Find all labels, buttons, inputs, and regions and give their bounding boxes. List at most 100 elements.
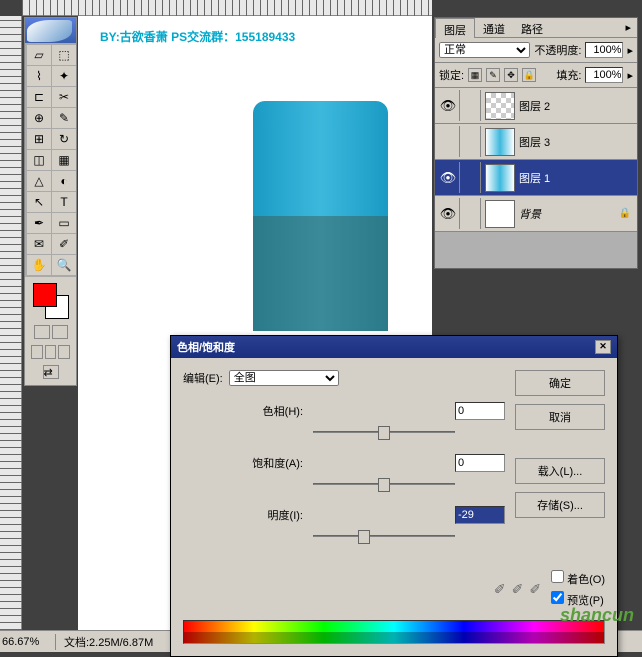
screen-mode2-icon[interactable] (45, 345, 57, 359)
layer-name[interactable]: 图层 3 (519, 134, 635, 150)
edit-label: 编辑(E): (183, 370, 223, 386)
zoom-tool-icon[interactable]: 🔍 (52, 255, 76, 275)
watermark-text: BY:古欲香萧 PS交流群：155189433 (100, 28, 295, 45)
sat-slider[interactable] (313, 476, 455, 492)
screen-mode3-icon[interactable] (58, 345, 70, 359)
fill-field[interactable] (585, 67, 623, 83)
eyedropper-icon[interactable]: ✐ (494, 581, 506, 598)
tab-channels[interactable]: 通道 (475, 18, 513, 37)
doc-info: 文档:2.25M/6.87M (56, 632, 161, 652)
close-icon[interactable]: ✕ (595, 340, 611, 354)
visibility-icon[interactable]: 👁 (437, 98, 459, 114)
light-label: 明度(I): (233, 507, 303, 523)
brush-tool-icon[interactable]: ✎ (52, 108, 76, 128)
foreground-color[interactable] (33, 283, 57, 307)
panel-tabs: 图层 通道 路径 ▸ (435, 18, 637, 38)
layer-thumb[interactable] (485, 92, 515, 120)
gradient-tool-icon[interactable]: ▦ (52, 150, 76, 170)
eyedropper-add-icon[interactable]: ✐ (512, 581, 524, 598)
toolbox-header[interactable] (25, 18, 76, 43)
opacity-flyout-icon[interactable]: ▸ (627, 44, 633, 57)
brand-watermark: shancun (560, 605, 634, 626)
notes-tool-icon[interactable]: ✉ (27, 234, 51, 254)
layer-thumb[interactable] (485, 128, 515, 156)
hue-input[interactable] (455, 402, 505, 420)
tool-grid: ▱⬚ ⌇✦ ⊏✂ ⊕✎ ⊞↻ ◫▦ △◐ ↖T ✒▭ ✉✐ ✋🔍 (25, 43, 76, 277)
visibility-icon[interactable]: 👁 (437, 170, 459, 186)
layer-name[interactable]: 图层 1 (519, 170, 635, 186)
panel-menu-icon[interactable]: ▸ (619, 18, 637, 37)
sat-input[interactable] (455, 454, 505, 472)
jump-to-icon[interactable]: ⇄ (43, 365, 59, 379)
vertical-ruler (0, 16, 22, 630)
dodge-tool-icon[interactable]: ◐ (52, 171, 76, 191)
history-brush-icon[interactable]: ↻ (52, 129, 76, 149)
dialog-titlebar[interactable]: 色相/饱和度 ✕ (171, 336, 617, 358)
opacity-label: 不透明度: (534, 42, 581, 58)
lasso-tool-icon[interactable]: ⌇ (27, 66, 51, 86)
fill-label: 填充: (556, 67, 581, 83)
fill-flyout-icon[interactable]: ▸ (627, 69, 633, 82)
blend-mode-select[interactable]: 正常 (439, 42, 530, 58)
tab-paths[interactable]: 路径 (513, 18, 551, 37)
layer-row[interactable]: 图层 3 (435, 124, 637, 160)
color-swatch-area: ⇄ (25, 277, 76, 385)
shape-tool-icon[interactable]: ▭ (52, 213, 76, 233)
visibility-icon[interactable]: 👁 (437, 206, 459, 222)
screen-mode1-icon[interactable] (31, 345, 43, 359)
layer-name[interactable]: 背景 (519, 206, 619, 222)
sat-label: 饱和度(A): (233, 455, 303, 471)
dialog-title: 色相/饱和度 (177, 339, 235, 355)
horizontal-ruler (22, 0, 432, 16)
heal-tool-icon[interactable]: ⊕ (27, 108, 51, 128)
layer-thumb[interactable] (485, 164, 515, 192)
wand-tool-icon[interactable]: ✦ (52, 66, 76, 86)
layer-row[interactable]: 👁 图层 2 (435, 88, 637, 124)
layer-name[interactable]: 图层 2 (519, 98, 635, 114)
marquee-tool-icon[interactable]: ⬚ (52, 45, 76, 65)
light-slider[interactable] (313, 528, 455, 544)
lock-icon: 🔒 (619, 208, 631, 219)
lock-all-icon[interactable]: 🔒 (522, 68, 536, 82)
lock-trans-icon[interactable]: ▦ (468, 68, 482, 82)
zoom-field[interactable]: 66.67% (0, 634, 56, 650)
save-button[interactable]: 存储(S)... (515, 492, 605, 518)
move-tool-icon[interactable]: ▱ (27, 45, 51, 65)
hue-saturation-dialog: 色相/饱和度 ✕ 编辑(E): 全图 色相(H): 饱和度(A): 明度(I):… (170, 335, 618, 657)
canvas-shape (253, 101, 388, 331)
layer-thumb[interactable] (485, 200, 515, 228)
ok-button[interactable]: 确定 (515, 370, 605, 396)
load-button[interactable]: 载入(L)... (515, 458, 605, 484)
quickmask-mode-icon[interactable] (52, 325, 68, 339)
blend-row: 正常 不透明度: ▸ (435, 38, 637, 63)
cancel-button[interactable]: 取消 (515, 404, 605, 430)
opacity-field[interactable] (585, 42, 623, 58)
layer-row[interactable]: 👁 背景 🔒 (435, 196, 637, 232)
type-tool-icon[interactable]: T (52, 192, 76, 212)
layers-panel: 图层 通道 路径 ▸ 正常 不透明度: ▸ 锁定: ▦ ✎ ✥ 🔒 填充: ▸ … (434, 17, 638, 269)
slice-tool-icon[interactable]: ✂ (52, 87, 76, 107)
hue-label: 色相(H): (233, 403, 303, 419)
app-logo-icon (27, 20, 72, 42)
hue-slider[interactable] (313, 424, 455, 440)
fg-bg-colors[interactable] (33, 283, 69, 319)
tab-layers[interactable]: 图层 (435, 18, 475, 38)
colorize-checkbox[interactable]: 着色(O) (551, 570, 605, 587)
lock-paint-icon[interactable]: ✎ (486, 68, 500, 82)
eyedropper-sub-icon[interactable]: ✐ (529, 581, 541, 598)
light-input[interactable] (455, 506, 505, 524)
stamp-tool-icon[interactable]: ⊞ (27, 129, 51, 149)
pen-tool-icon[interactable]: ✒ (27, 213, 51, 233)
crop-tool-icon[interactable]: ⊏ (27, 87, 51, 107)
blur-tool-icon[interactable]: △ (27, 171, 51, 191)
eyedropper-tool-icon[interactable]: ✐ (52, 234, 76, 254)
lock-label: 锁定: (439, 67, 464, 83)
lock-move-icon[interactable]: ✥ (504, 68, 518, 82)
standard-mode-icon[interactable] (34, 325, 50, 339)
edit-select[interactable]: 全图 (229, 370, 339, 386)
layer-row[interactable]: 👁 图层 1 (435, 160, 637, 196)
path-tool-icon[interactable]: ↖ (27, 192, 51, 212)
spectrum-bar (183, 620, 605, 644)
eraser-tool-icon[interactable]: ◫ (27, 150, 51, 170)
hand-tool-icon[interactable]: ✋ (27, 255, 51, 275)
